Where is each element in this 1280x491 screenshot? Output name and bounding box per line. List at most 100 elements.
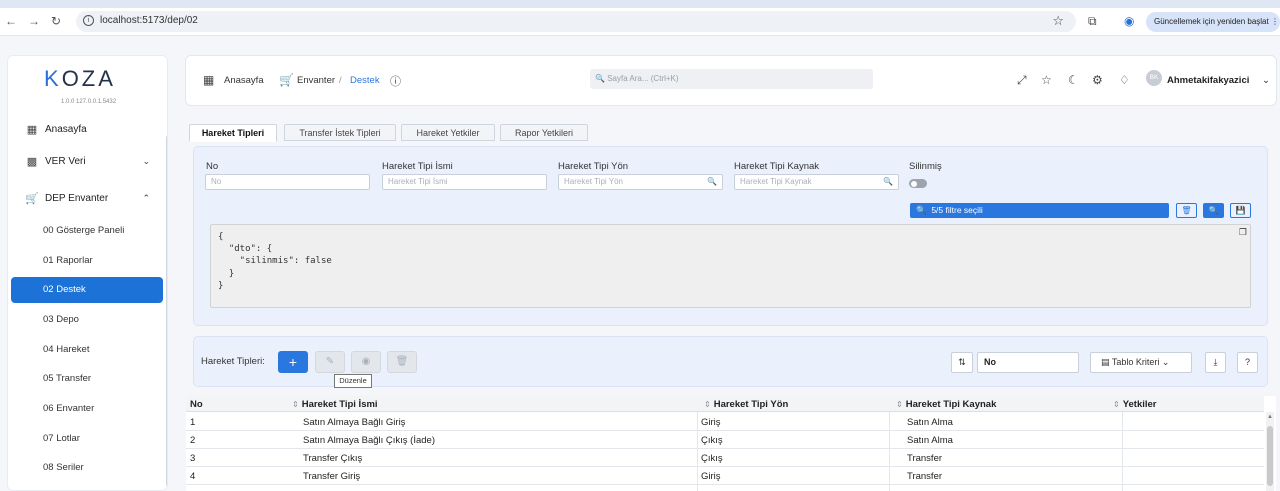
- add-button[interactable]: +: [278, 351, 308, 373]
- back-icon[interactable]: ←: [5, 14, 17, 28]
- sidebar-sub-item-01[interactable]: 01 Raporlar: [11, 248, 163, 274]
- sidebar-item-label: DEP Envanter: [45, 192, 109, 204]
- sidebar-sub-item-08[interactable]: 08 Seriler: [11, 455, 163, 481]
- scroll-up-icon[interactable]: ▲: [1267, 414, 1273, 420]
- edit-button[interactable]: ✎: [315, 351, 345, 373]
- breadcrumb-home[interactable]: Anasayfa: [224, 75, 264, 86]
- table-header: No ⇕ Hareket Tipi İsmi ⇕ Hareket Tipi Yön …: [186, 396, 1264, 412]
- cell-isim: Transfer Çıkış: [303, 453, 363, 464]
- copy-icon[interactable]: ❐: [1239, 227, 1247, 239]
- filter-isim-input[interactable]: Hareket Tipi İsmi: [382, 174, 547, 190]
- sidebar-item-envanter[interactable]: 🛒 DEP Envanter ⌃: [8, 185, 166, 211]
- delete-button[interactable]: 🗑: [387, 351, 417, 373]
- save-filter-button[interactable]: 💾: [1230, 203, 1251, 218]
- column-header-label: Yetkiler: [1122, 399, 1157, 410]
- silinmis-toggle[interactable]: [909, 179, 927, 188]
- grid-icon: ▦: [26, 123, 38, 136]
- forward-icon[interactable]: →: [28, 14, 40, 28]
- sort-field-select[interactable]: No: [977, 352, 1079, 373]
- bookmark-star-icon[interactable]: ☆: [1052, 13, 1064, 29]
- tab-rapor-yetkileri[interactable]: Rapor Yetkileri: [500, 124, 588, 141]
- browser-tab-strip: [0, 0, 1280, 8]
- breadcrumb-section[interactable]: Envanter: [297, 75, 335, 86]
- edit-icon: ✎: [325, 356, 335, 367]
- page-search-input[interactable]: 🔍 Sayfa Ara... (Ctrl+K): [590, 69, 873, 89]
- filter-placeholder: Hareket Tipi Kaynak: [740, 177, 812, 186]
- filter-no-input[interactable]: No: [205, 174, 370, 190]
- tab-hareket-yetkiler[interactable]: Hareket Yetkiler: [401, 124, 495, 141]
- update-button[interactable]: Güncellemek için yeniden başlat ⋮: [1146, 12, 1280, 32]
- table-scrollbar[interactable]: ▲: [1266, 412, 1274, 491]
- search-icon: 🔍: [1208, 206, 1219, 215]
- sort-icon: ⇕: [704, 400, 711, 409]
- chevron-down-icon: ⌄: [1161, 357, 1170, 367]
- tab-hareket-tipleri[interactable]: Hareket Tipleri: [189, 124, 277, 142]
- table-row[interactable]: 1 Satın Almaya Bağlı Giriş Giriş Satın A…: [186, 413, 1264, 431]
- sidebar-sub-item-04[interactable]: 04 Hareket: [11, 337, 163, 363]
- user-name[interactable]: Ahmetakifakyazici: [1167, 75, 1249, 86]
- sidebar: KOZA 1.0.0 127.0.0.1.5432 ▦ Anasayfa ▩ V…: [7, 55, 168, 491]
- table-criteria-label: Tablo Kriteri: [1111, 357, 1160, 367]
- filter-summary-bar[interactable]: 🔍 5/5 filtre seçili: [910, 203, 1169, 218]
- sidebar-sub-item-00[interactable]: 00 Gösterge Paneli: [11, 218, 163, 244]
- sidebar-sub-item-05[interactable]: 05 Transfer: [11, 366, 163, 392]
- filter-json-preview: { "dto": { "silinmis": false } } ❐: [210, 224, 1251, 308]
- column-header-no[interactable]: No: [190, 399, 203, 410]
- sidebar-sub-item-03[interactable]: 03 Depo: [11, 307, 163, 333]
- column-header-yetkiler[interactable]: ⇕ Yetkiler: [1113, 399, 1157, 410]
- search-icon[interactable]: 🔍: [883, 175, 893, 189]
- chevron-down-icon[interactable]: ⌄: [1262, 75, 1270, 86]
- address-url: localhost:5173/dep/02: [100, 15, 198, 26]
- scrollbar-thumb[interactable]: [1267, 426, 1273, 486]
- filter-label-silinmis: Silinmiş: [909, 161, 942, 172]
- sidebar-sub-item-06[interactable]: 06 Envanter: [11, 396, 163, 422]
- table-criteria-button[interactable]: ▤ Tablo Kriteri ⌄: [1090, 352, 1192, 373]
- avatar[interactable]: BK: [1146, 70, 1162, 86]
- site-info-icon[interactable]: i: [83, 15, 94, 26]
- sidebar-scrollbar[interactable]: [166, 136, 167, 486]
- sort-direction-button[interactable]: ⇅: [951, 352, 973, 373]
- help-circle-icon[interactable]: ⓘ: [390, 73, 401, 89]
- filter-kaynak-input[interactable]: Hareket Tipi Kaynak 🔍: [734, 174, 899, 190]
- delete-filters-button[interactable]: 🗑: [1176, 203, 1197, 218]
- search-placeholder: Sayfa Ara... (Ctrl+K): [607, 74, 679, 83]
- sidebar-item-veri[interactable]: ▩ VER Veri ⌄: [8, 148, 166, 174]
- cart-icon: 🛒: [279, 73, 294, 87]
- extensions-icon[interactable]: ⧉: [1088, 14, 1097, 29]
- reload-icon[interactable]: ↻: [51, 14, 61, 28]
- fullscreen-icon[interactable]: ⤢: [1017, 73, 1027, 88]
- cart-icon: 🛒: [25, 192, 39, 205]
- settings-icon[interactable]: ⚙: [1092, 73, 1103, 87]
- column-header-kaynak[interactable]: ⇕ Hareket Tipi Kaynak: [896, 399, 996, 410]
- column-header-yon[interactable]: ⇕ Hareket Tipi Yön: [704, 399, 788, 410]
- trash-icon: 🗑: [395, 356, 409, 367]
- filter-label-yon: Hareket Tipi Yön: [558, 161, 629, 172]
- table-row[interactable]: 4 Transfer Giriş Giriş Transfer: [186, 467, 1264, 485]
- search-icon[interactable]: 🔍: [707, 175, 717, 189]
- help-button[interactable]: ?: [1237, 352, 1258, 373]
- download-button[interactable]: ⤓: [1205, 352, 1226, 373]
- column-header-isim[interactable]: ⇕ Hareket Tipi İsmi: [292, 399, 378, 410]
- search-button[interactable]: 🔍: [1203, 203, 1224, 218]
- profile-icon[interactable]: ◉: [1124, 14, 1134, 28]
- tab-transfer-istek-tipleri[interactable]: Transfer İstek Tipleri: [284, 124, 396, 141]
- filter-placeholder: Hareket Tipi Yön: [564, 177, 623, 186]
- cell-kaynak: Transfer: [907, 471, 943, 482]
- address-bar[interactable]: i localhost:5173/dep/02 ☆: [76, 11, 1076, 32]
- cell-yon: Giriş: [701, 417, 721, 428]
- view-button[interactable]: ◉: [351, 351, 381, 373]
- sidebar-sub-item-07[interactable]: 07 Lotlar: [11, 426, 163, 452]
- sidebar-item-anasayfa[interactable]: ▦ Anasayfa: [8, 116, 166, 142]
- bell-icon[interactable]: ♢: [1119, 73, 1130, 87]
- breadcrumb-current: Destek: [350, 75, 380, 86]
- table-row[interactable]: 3 Transfer Çıkış Çıkış Transfer: [186, 449, 1264, 467]
- json-text: { "dto": { "silinmis": false } }: [218, 232, 332, 291]
- sidebar-sub-item-02[interactable]: 02 Destek: [11, 277, 163, 303]
- sort-icon: ⇕: [896, 400, 903, 409]
- moon-icon[interactable]: ☾: [1068, 73, 1079, 87]
- cell-isim: Transfer Giriş: [303, 471, 361, 482]
- filter-yon-input[interactable]: Hareket Tipi Yön 🔍: [558, 174, 723, 190]
- star-icon[interactable]: ☆: [1041, 73, 1052, 87]
- table-row[interactable]: 2 Satın Almaya Bağlı Çıkış (İade) Çıkış …: [186, 431, 1264, 449]
- version-text: 1.0.0 127.0.0.1.5432: [61, 99, 117, 105]
